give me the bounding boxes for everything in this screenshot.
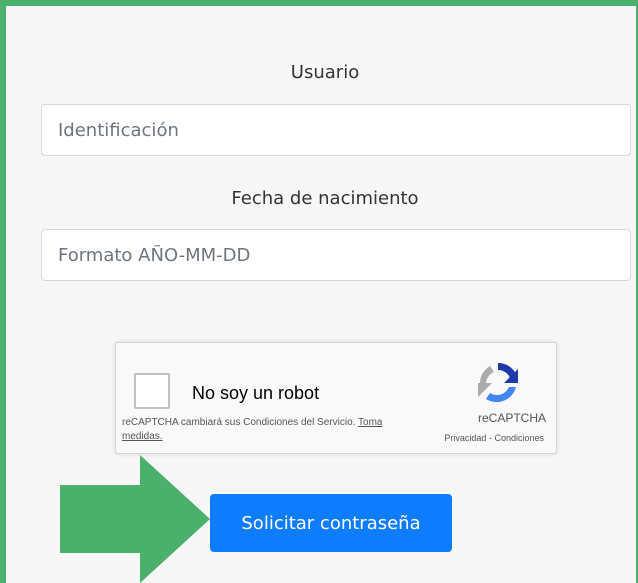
recaptcha-logo-icon: [478, 362, 518, 403]
captcha-notice-text: reCAPTCHA cambiará sus Condiciones del S…: [122, 417, 359, 428]
captcha-brand: reCAPTCHA: [477, 411, 546, 425]
captcha-checkbox-label: No soy un robot: [192, 383, 320, 403]
recaptcha-widget: No soy un robot reCAPTCHA cambiará sus C…: [115, 342, 557, 454]
captcha-checkbox[interactable]: [134, 373, 170, 409]
captcha-terms-links: Privacidad - Condiciones: [444, 433, 544, 443]
captcha-separator: -: [488, 433, 492, 443]
user-input[interactable]: [41, 104, 631, 156]
arrow-right-icon: [60, 455, 210, 583]
birth-date-input[interactable]: [41, 229, 631, 281]
captcha-notice: reCAPTCHA cambiará sus Condiciones del S…: [122, 416, 390, 444]
captcha-terms-link[interactable]: Condiciones: [494, 433, 544, 443]
birth-date-label: Fecha de nacimiento: [231, 188, 419, 209]
request-password-button[interactable]: Solicitar contraseña: [210, 494, 452, 552]
user-label: Usuario: [290, 62, 360, 83]
captcha-privacy-link[interactable]: Privacidad: [444, 433, 486, 443]
